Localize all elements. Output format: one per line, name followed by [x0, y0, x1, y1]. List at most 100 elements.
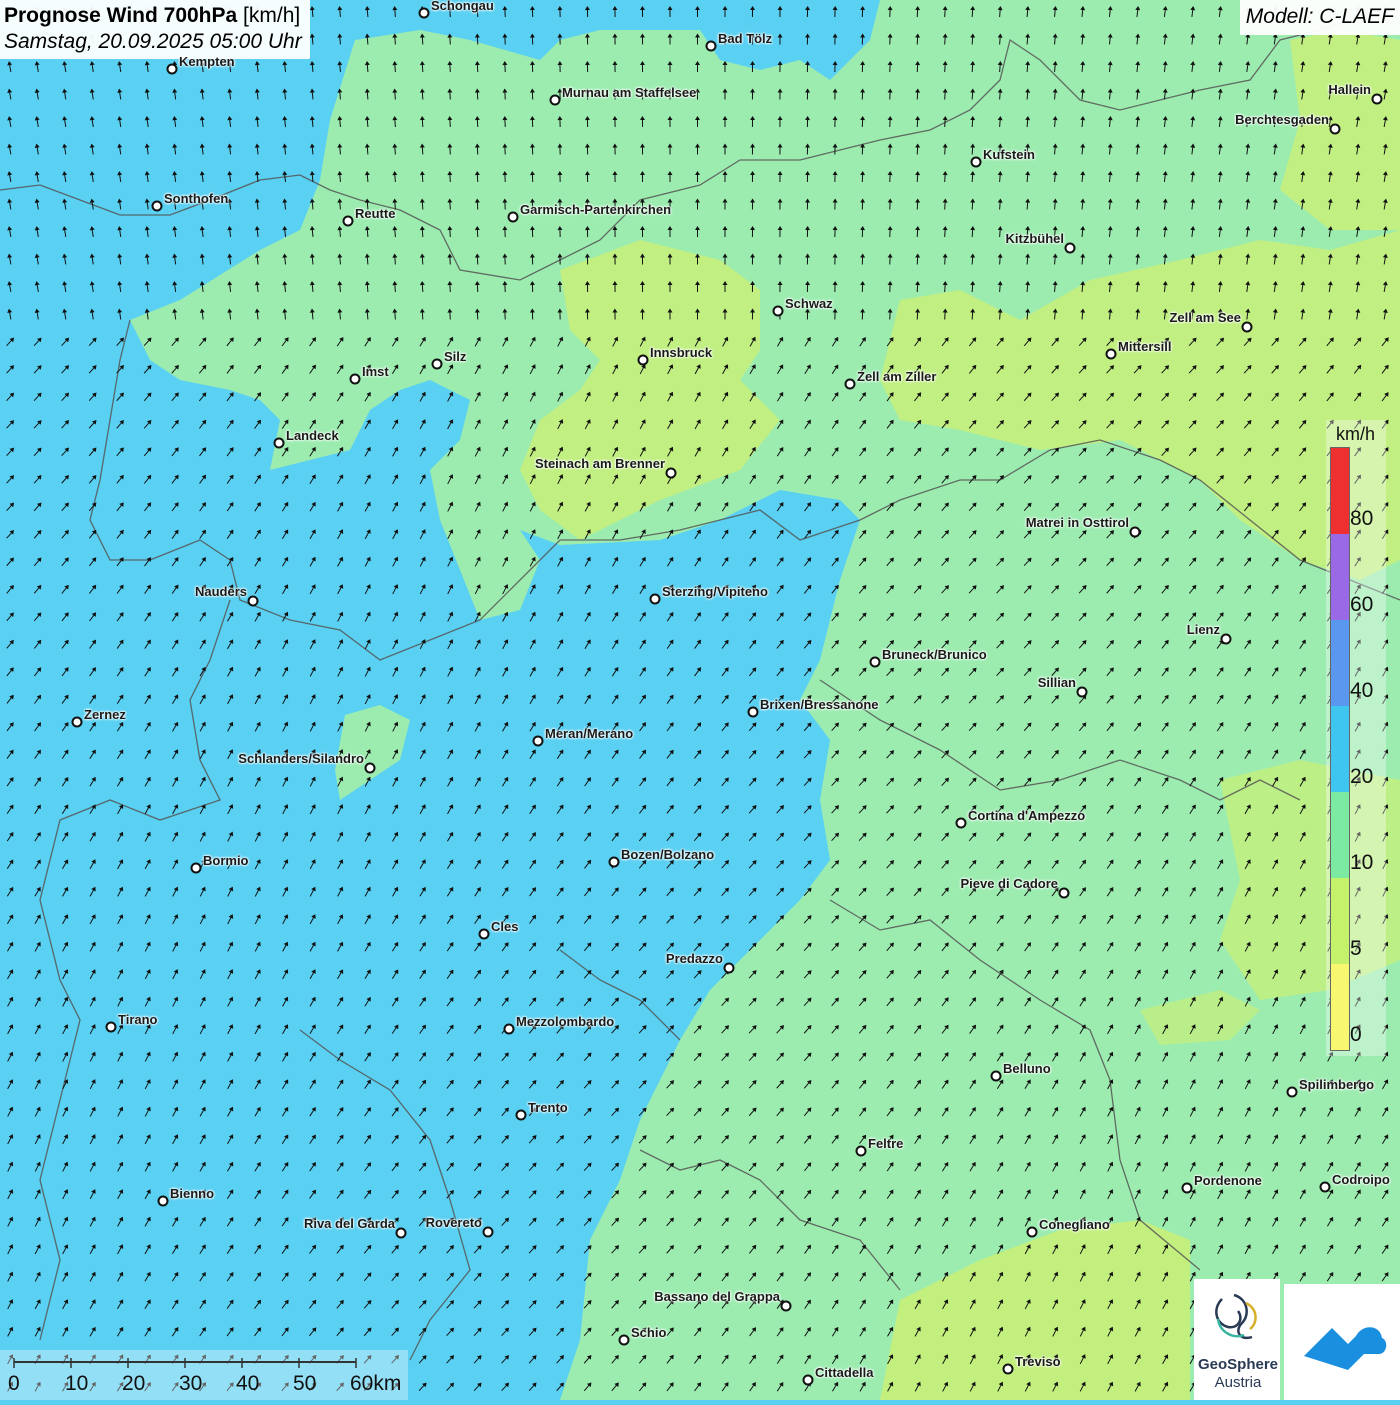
city-label: Matrei in Osttirol: [1026, 515, 1129, 530]
city-marker: [1077, 687, 1088, 698]
city-marker: [550, 95, 561, 106]
city-marker: [845, 379, 856, 390]
city-label: Hallein: [1328, 82, 1371, 97]
mountain-cloud-icon: [1284, 1284, 1400, 1400]
city-label: Sillian: [1038, 675, 1076, 690]
city-marker: [609, 857, 620, 868]
legend-segment: [1331, 620, 1349, 706]
city-marker: [1106, 349, 1117, 360]
legend-tick-label: 60: [1350, 593, 1373, 617]
city-marker: [432, 359, 443, 370]
city-marker: [508, 212, 519, 223]
city-label: Belluno: [1003, 1061, 1051, 1076]
city-label: Murnau am Staffelsee: [562, 85, 696, 100]
city-label: Treviso: [1015, 1354, 1061, 1369]
city-label: Landeck: [286, 428, 339, 443]
city-label: Bozen/Bolzano: [621, 847, 714, 862]
title-box: Prognose Wind 700hPa [km/h] Samstag, 20.…: [0, 0, 310, 59]
city-marker: [396, 1228, 407, 1239]
city-marker: [1003, 1364, 1014, 1375]
legend-segment: [1331, 706, 1349, 792]
scale-label: 30: [179, 1372, 202, 1396]
city-marker: [248, 596, 259, 607]
title-text: Prognose Wind 700hPa: [4, 4, 237, 27]
legend-segment: [1331, 534, 1349, 620]
title-unit: [km/h]: [243, 4, 300, 27]
city-marker: [191, 863, 202, 874]
city-label: Pieve di Cadore: [960, 876, 1058, 891]
city-marker: [365, 763, 376, 774]
city-marker: [350, 374, 361, 385]
city-marker: [152, 201, 163, 212]
city-marker: [803, 1375, 814, 1386]
city-label: Zell am Ziller: [857, 369, 936, 384]
city-marker: [666, 468, 677, 479]
city-label: Tirano: [118, 1012, 158, 1027]
city-label: Brixen/Bressanone: [760, 697, 879, 712]
legend-segment: [1331, 964, 1349, 1050]
city-label: Sterzing/Vipiteno: [662, 584, 768, 599]
city-marker: [706, 41, 717, 52]
scale-label: 10: [65, 1372, 88, 1396]
city-marker: [956, 818, 967, 829]
city-marker: [870, 657, 881, 668]
legend-segment: [1331, 448, 1349, 534]
city-label: Garmisch-Partenkirchen: [520, 202, 671, 217]
legend-tick-label: 5: [1350, 937, 1362, 961]
city-marker: [1330, 124, 1341, 135]
city-label: Kitzbühel: [1006, 231, 1065, 246]
city-label: Schio: [631, 1325, 666, 1340]
city-label: Bormio: [203, 853, 249, 868]
city-label: Feltre: [868, 1136, 903, 1151]
model-label: Modell: C-LAEF: [1240, 0, 1400, 35]
city-label: Bienno: [170, 1186, 214, 1201]
city-label: Steinach am Brenner: [535, 456, 665, 471]
city-marker: [274, 438, 285, 449]
city-label: Schwaz: [785, 296, 833, 311]
city-label: Zell am See: [1169, 310, 1241, 325]
legend-unit: km/h: [1336, 424, 1375, 445]
scale-label: 50: [293, 1372, 316, 1396]
city-label: Reutte: [355, 206, 395, 221]
color-legend: [1330, 447, 1350, 1051]
city-marker: [619, 1335, 630, 1346]
city-marker: [1372, 94, 1383, 105]
legend-tick-label: 10: [1350, 851, 1373, 875]
city-marker: [781, 1301, 792, 1312]
city-label: Kufstein: [983, 147, 1035, 162]
city-marker: [650, 594, 661, 605]
city-label: Zernez: [84, 707, 126, 722]
city-label: Meran/Merano: [545, 726, 633, 741]
city-marker: [343, 216, 354, 227]
city-label: Silz: [444, 349, 466, 364]
city-label: Sonthofen: [164, 191, 228, 206]
city-label: Trento: [528, 1100, 568, 1115]
city-label: Kempten: [179, 54, 235, 69]
forecast-datetime: Samstag, 20.09.2025 05:00 Uhr: [4, 29, 302, 55]
scale-label: 60km: [350, 1372, 401, 1396]
city-label: Cortina d'Ampezzo: [968, 808, 1085, 823]
city-marker: [158, 1196, 169, 1207]
city-label: Mezzolombardo: [516, 1014, 614, 1029]
logo-subtitle: Austria: [1196, 1374, 1280, 1391]
city-marker: [1242, 322, 1253, 333]
city-marker: [106, 1022, 117, 1033]
legend-tick-label: 20: [1350, 765, 1373, 789]
city-label: Riva del Garda: [304, 1216, 395, 1231]
scale-label: 0: [8, 1372, 20, 1396]
city-label: Bassano del Grappa: [654, 1289, 780, 1304]
city-label: Schlanders/Silandro: [238, 751, 364, 766]
city-marker: [516, 1110, 527, 1121]
city-label: Spilimbergo: [1299, 1077, 1374, 1092]
city-marker: [856, 1146, 867, 1157]
city-label: Cles: [491, 919, 518, 934]
city-marker: [167, 64, 178, 75]
city-marker: [504, 1024, 515, 1035]
scale-bar-graphic: [0, 1350, 408, 1400]
city-marker: [1130, 527, 1141, 538]
city-marker: [991, 1071, 1002, 1082]
legend-tick-label: 0: [1350, 1023, 1362, 1047]
city-label: Cittadella: [815, 1365, 874, 1380]
legend-segment: [1331, 792, 1349, 878]
city-marker: [748, 707, 759, 718]
